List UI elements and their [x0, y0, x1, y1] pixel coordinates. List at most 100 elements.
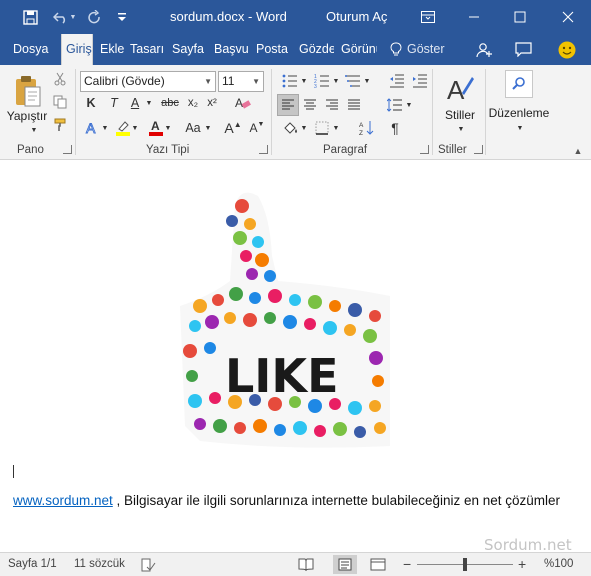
- tab-review[interactable]: Gözden Geçir: [299, 34, 334, 65]
- borders-icon[interactable]: [311, 117, 333, 139]
- comments-icon[interactable]: [512, 34, 534, 65]
- numbering-dropdown-icon[interactable]: ▼: [332, 74, 340, 88]
- font-color-dropdown-icon[interactable]: ▼: [164, 120, 172, 136]
- borders-dropdown-icon[interactable]: ▼: [332, 121, 340, 135]
- share-user-icon[interactable]: [473, 34, 495, 65]
- redo-icon[interactable]: [80, 0, 108, 34]
- clipboard-launcher-icon[interactable]: [63, 145, 72, 154]
- bold-button[interactable]: K: [80, 92, 102, 114]
- font-size-combo[interactable]: 11 ▼: [218, 71, 264, 92]
- web-layout-icon[interactable]: [370, 553, 386, 576]
- underline-dropdown-icon[interactable]: ▼: [145, 92, 153, 114]
- svg-text:Z: Z: [359, 130, 363, 136]
- svg-text:A: A: [447, 75, 465, 105]
- undo-dropdown-icon[interactable]: ▼: [66, 0, 80, 34]
- page-count[interactable]: Sayfa 1/1: [8, 553, 57, 576]
- save-icon[interactable]: [16, 0, 44, 34]
- zoom-out-button[interactable]: −: [403, 553, 411, 576]
- ribbon-display-options-icon[interactable]: [405, 0, 451, 34]
- customize-icon[interactable]: [108, 0, 136, 34]
- zoom-in-button[interactable]: +: [518, 553, 526, 576]
- group-divider: [271, 69, 272, 155]
- paste-dropdown-icon[interactable]: ▼: [29, 125, 39, 135]
- sordum-link[interactable]: www.sordum.net: [13, 493, 113, 508]
- grow-font-glyph: A: [224, 120, 234, 136]
- sort-icon[interactable]: AZ: [356, 117, 378, 139]
- increase-indent-icon[interactable]: [409, 70, 431, 92]
- tab-insert[interactable]: Ekle: [100, 34, 124, 65]
- highlight-dropdown-icon[interactable]: ▼: [131, 120, 139, 136]
- lightbulb-icon[interactable]: [388, 34, 404, 65]
- text-cursor: [13, 465, 14, 478]
- shading-dropdown-icon[interactable]: ▼: [300, 121, 308, 135]
- font-name-combo[interactable]: Calibri (Gövde) ▼: [80, 71, 216, 92]
- zoom-slider-thumb[interactable]: [463, 558, 467, 571]
- grow-font-button[interactable]: A ▲: [222, 117, 244, 139]
- copy-icon[interactable]: [49, 91, 71, 113]
- styles-button[interactable]: Stiller: [438, 108, 482, 122]
- justify-icon[interactable]: [343, 94, 365, 116]
- shading-icon[interactable]: [279, 117, 301, 139]
- multilevel-list-icon[interactable]: [342, 70, 364, 92]
- change-case-dropdown-icon[interactable]: ▼: [204, 120, 212, 136]
- format-painter-icon[interactable]: [49, 114, 71, 136]
- read-mode-icon[interactable]: [298, 553, 314, 576]
- show-formatting-button[interactable]: ¶: [384, 117, 406, 139]
- tab-references[interactable]: Başvurular: [214, 34, 249, 65]
- cut-icon[interactable]: [49, 68, 71, 90]
- maximize-button[interactable]: [497, 0, 543, 34]
- bullets-icon[interactable]: [279, 70, 301, 92]
- svg-text:3: 3: [314, 84, 317, 88]
- proofing-icon[interactable]: [140, 553, 156, 576]
- collapse-ribbon-icon[interactable]: ▲: [571, 145, 585, 157]
- editing-button[interactable]: Düzenleme: [487, 106, 551, 120]
- superscript-button[interactable]: x²: [201, 92, 223, 114]
- align-right-icon[interactable]: [321, 94, 343, 116]
- bullets-dropdown-icon[interactable]: ▼: [300, 74, 308, 88]
- align-center-icon[interactable]: [299, 94, 321, 116]
- paste-icon[interactable]: [12, 72, 44, 110]
- numbering-icon[interactable]: 123: [311, 70, 333, 92]
- change-case-button[interactable]: Aa: [181, 117, 205, 139]
- tab-mailings[interactable]: Posta Gönderileri: [256, 34, 292, 65]
- paragraph-launcher-icon[interactable]: [420, 145, 429, 154]
- zoom-level[interactable]: %100: [544, 553, 573, 576]
- document-page[interactable]: LIKE www.sordum.net , Bilgisayar ile ilg…: [0, 160, 591, 553]
- close-button[interactable]: [545, 0, 591, 34]
- styles-dropdown-icon[interactable]: ▼: [456, 124, 466, 134]
- word-count[interactable]: 11 sözcük: [74, 553, 125, 576]
- group-divider: [485, 69, 486, 155]
- styles-launcher-icon[interactable]: [474, 145, 483, 154]
- decrease-indent-icon[interactable]: [386, 70, 408, 92]
- smiley-feedback-icon[interactable]: [556, 34, 578, 65]
- tab-file[interactable]: Dosya: [13, 34, 49, 65]
- italic-button[interactable]: T: [103, 92, 125, 114]
- sign-in-link[interactable]: Oturum Aç: [326, 0, 387, 34]
- tab-home[interactable]: Giriş: [61, 34, 93, 65]
- svg-text:A: A: [235, 96, 243, 110]
- editing-dropdown-icon[interactable]: ▼: [515, 123, 525, 133]
- multilevel-dropdown-icon[interactable]: ▼: [363, 74, 371, 88]
- tell-me-box[interactable]: Göster: [407, 34, 447, 65]
- line-spacing-icon[interactable]: [384, 94, 406, 116]
- find-icon[interactable]: [505, 70, 533, 98]
- minimize-button[interactable]: [451, 0, 497, 34]
- paste-button[interactable]: Yapıştır: [4, 109, 50, 123]
- styles-icon[interactable]: A: [444, 72, 476, 106]
- like-thumbs-up-image: LIKE: [140, 176, 390, 476]
- line-spacing-dropdown-icon[interactable]: ▼: [405, 98, 413, 112]
- group-divider: [432, 69, 433, 155]
- clear-formatting-icon[interactable]: A: [232, 92, 254, 114]
- tab-view[interactable]: Görünüm: [341, 34, 377, 65]
- tab-layout[interactable]: Sayfa Düzeni: [172, 34, 207, 65]
- align-left-icon[interactable]: [277, 94, 299, 116]
- tab-design[interactable]: Tasarı: [130, 34, 166, 65]
- font-launcher-icon[interactable]: [259, 145, 268, 154]
- ribbon-tabs: Dosya Giriş Ekle Tasarı Sayfa Düzeni Baş…: [0, 34, 591, 65]
- paragraph[interactable]: www.sordum.net , Bilgisayar ile ilgili s…: [13, 493, 560, 508]
- underline-button[interactable]: A: [124, 92, 146, 114]
- strikethrough-button[interactable]: abc: [158, 92, 182, 114]
- text-effects-dropdown-icon[interactable]: ▼: [101, 120, 109, 136]
- shrink-font-button[interactable]: A ▼: [246, 117, 268, 139]
- print-layout-icon[interactable]: [333, 555, 357, 574]
